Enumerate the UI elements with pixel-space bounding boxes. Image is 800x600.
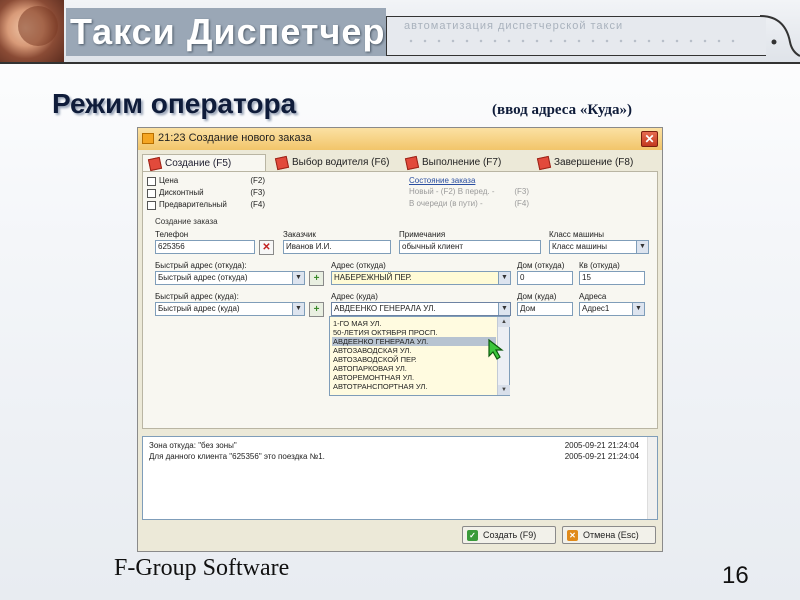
event-log: Зона откуда: "без зоны" 2005-09-21 21:24… (142, 436, 658, 520)
chevron-down-icon[interactable]: ▼ (498, 272, 510, 284)
tab-label: Завершение (F8) (554, 157, 634, 168)
option-discount[interactable]: Дисконтный (F3) (147, 188, 265, 199)
customer-label: Заказчик (283, 230, 316, 239)
addresses-label: Адреса (579, 292, 607, 301)
list-item[interactable]: АВТОПАРКОВАЯ УЛ. (332, 364, 496, 373)
status-line-queue: В очереди (в пути) - (F4) (409, 199, 529, 208)
tab-driver-icon (274, 155, 290, 171)
address-to-select[interactable]: АВДЕЕНКО ГЕНЕРАЛА УЛ. ▼ (331, 302, 511, 316)
list-item[interactable]: АВТОЗАВОДСКАЯ УЛ. (332, 346, 496, 355)
cancel-icon: ✕ (567, 530, 578, 541)
tab-label: Выполнение (F7) (422, 157, 502, 168)
street-dropdown-list[interactable]: 1-ГО МАЯ УЛ. 50-ЛЕТИЯ ОКТЯБРЯ ПРОСП. АВД… (329, 316, 510, 396)
checkbox[interactable] (147, 189, 156, 198)
chevron-down-icon[interactable]: ▼ (632, 303, 644, 315)
car-class-select[interactable]: Класс машины ▼ (549, 240, 649, 254)
chevron-down-icon[interactable]: ▼ (292, 303, 304, 315)
header-banner: Такси Диспетчер автоматизация диспетчерс… (0, 0, 800, 64)
slide-title: Режим оператора (52, 88, 297, 119)
mouse-cursor-icon (488, 338, 504, 360)
window-title: 21:23 Создание нового заказа (158, 132, 312, 144)
list-item[interactable]: 50-ЛЕТИЯ ОКТЯБРЯ ПРОСП. (332, 328, 496, 337)
tab-driver-selection[interactable]: Выбор водителя (F6) (270, 154, 396, 172)
list-item[interactable]: АВТОРЕМОНТНАЯ УЛ. (332, 373, 496, 382)
slide-note: (ввод адреса «Куда») (492, 102, 633, 118)
footer-company: F-Group Software (114, 555, 290, 581)
window-titlebar[interactable]: 21:23 Создание нового заказа ✕ (138, 128, 662, 150)
list-item[interactable]: 1-ГО МАЯ УЛ. (332, 319, 496, 328)
addresses-select[interactable]: Адрес1 ▼ (579, 302, 645, 316)
phone-field[interactable]: 625356 (155, 240, 255, 254)
checkbox[interactable] (147, 201, 156, 210)
tab-label: Выбор водителя (F6) (292, 157, 390, 168)
chevron-down-icon[interactable]: ▼ (498, 303, 510, 315)
save-icon: ✓ (467, 530, 478, 541)
tab-create[interactable]: Создание (F5) (142, 154, 266, 172)
option-price[interactable]: Цена (F2) (147, 176, 265, 187)
section-label: Создание заказа (155, 217, 218, 226)
app-icon (142, 133, 154, 144)
status-line-new: Новый - (F2) В перед. - (F3) (409, 187, 529, 196)
phone-label: Телефон (155, 230, 189, 239)
quick-to-select[interactable]: Быстрый адрес (куда) ▼ (155, 302, 305, 316)
operator-photo (0, 0, 64, 62)
tab-label: Создание (F5) (165, 158, 232, 169)
tab-completion-icon (536, 155, 552, 171)
quick-from-select[interactable]: Быстрый адрес (откуда) ▼ (155, 271, 305, 285)
add-address-icon[interactable]: + (309, 302, 324, 317)
scroll-up-icon[interactable]: ▲ (498, 317, 510, 327)
order-window: 21:23 Создание нового заказа ✕ Создание … (137, 127, 663, 552)
apartment-from-label: Кв (откуда) (579, 261, 620, 270)
order-status-link[interactable]: Состояние заказа (409, 176, 475, 185)
tab-create-icon (147, 156, 163, 172)
tab-execution[interactable]: Выполнение (F7) (400, 154, 528, 172)
house-from-field[interactable]: 0 (517, 271, 573, 285)
address-to-label: Адрес (куда) (331, 292, 378, 301)
list-item-selected[interactable]: АВДЕЕНКО ГЕНЕРАЛА УЛ. (332, 337, 496, 346)
scroll-down-icon[interactable]: ▼ (498, 385, 510, 395)
option-preliminary[interactable]: Предварительный (F4) (147, 200, 265, 211)
house-from-label: Дом (откуда) (517, 261, 565, 270)
quick-to-label: Быстрый адрес (куда): (155, 292, 239, 301)
page-number: 16 (722, 562, 749, 589)
tab-completion[interactable]: Завершение (F8) (532, 154, 660, 172)
list-item[interactable]: АВТОТРАНСПОРТНАЯ УЛ. (332, 382, 496, 391)
banner-subtitle: автоматизация диспетчерской такси (404, 20, 624, 32)
chevron-down-icon[interactable]: ▼ (292, 272, 304, 284)
clear-phone-icon[interactable]: ✕ (259, 240, 274, 255)
log-scrollbar[interactable] (647, 437, 657, 519)
create-order-button[interactable]: ✓ Создать (F9) (462, 526, 556, 544)
address-from-select[interactable]: НАБЕРЕЖНЫЙ ПЕР. ▼ (331, 271, 511, 285)
address-from-label: Адрес (откуда) (331, 261, 386, 270)
house-to-field[interactable]: Дом (517, 302, 573, 316)
list-item[interactable]: АВТОЗАВОДСКОЙ ПЕР. (332, 355, 496, 364)
banner-dots-decoration (404, 38, 744, 44)
quick-from-label: Быстрый адрес (откуда): (155, 261, 247, 270)
log-row: Для данного клиента "625356" это поездка… (149, 452, 639, 461)
checkbox[interactable] (147, 177, 156, 186)
chevron-down-icon[interactable]: ▼ (636, 241, 648, 253)
close-icon[interactable]: ✕ (641, 131, 658, 147)
tab-execution-icon (404, 155, 420, 171)
notes-field[interactable]: обычный клиент (399, 240, 541, 254)
customer-field[interactable]: Иванов И.И. (283, 240, 391, 254)
notes-label: Примечания (399, 230, 446, 239)
cancel-button[interactable]: ✕ Отмена (Esc) (562, 526, 656, 544)
add-address-icon[interactable]: + (309, 271, 324, 286)
house-to-label: Дом (куда) (517, 292, 557, 301)
banner-curve-decoration (760, 15, 800, 57)
apartment-from-field[interactable]: 15 (579, 271, 645, 285)
car-class-label: Класс машины (549, 230, 605, 239)
banner-title: Такси Диспетчер (66, 8, 386, 56)
log-row: Зона откуда: "без зоны" 2005-09-21 21:24… (149, 441, 639, 450)
